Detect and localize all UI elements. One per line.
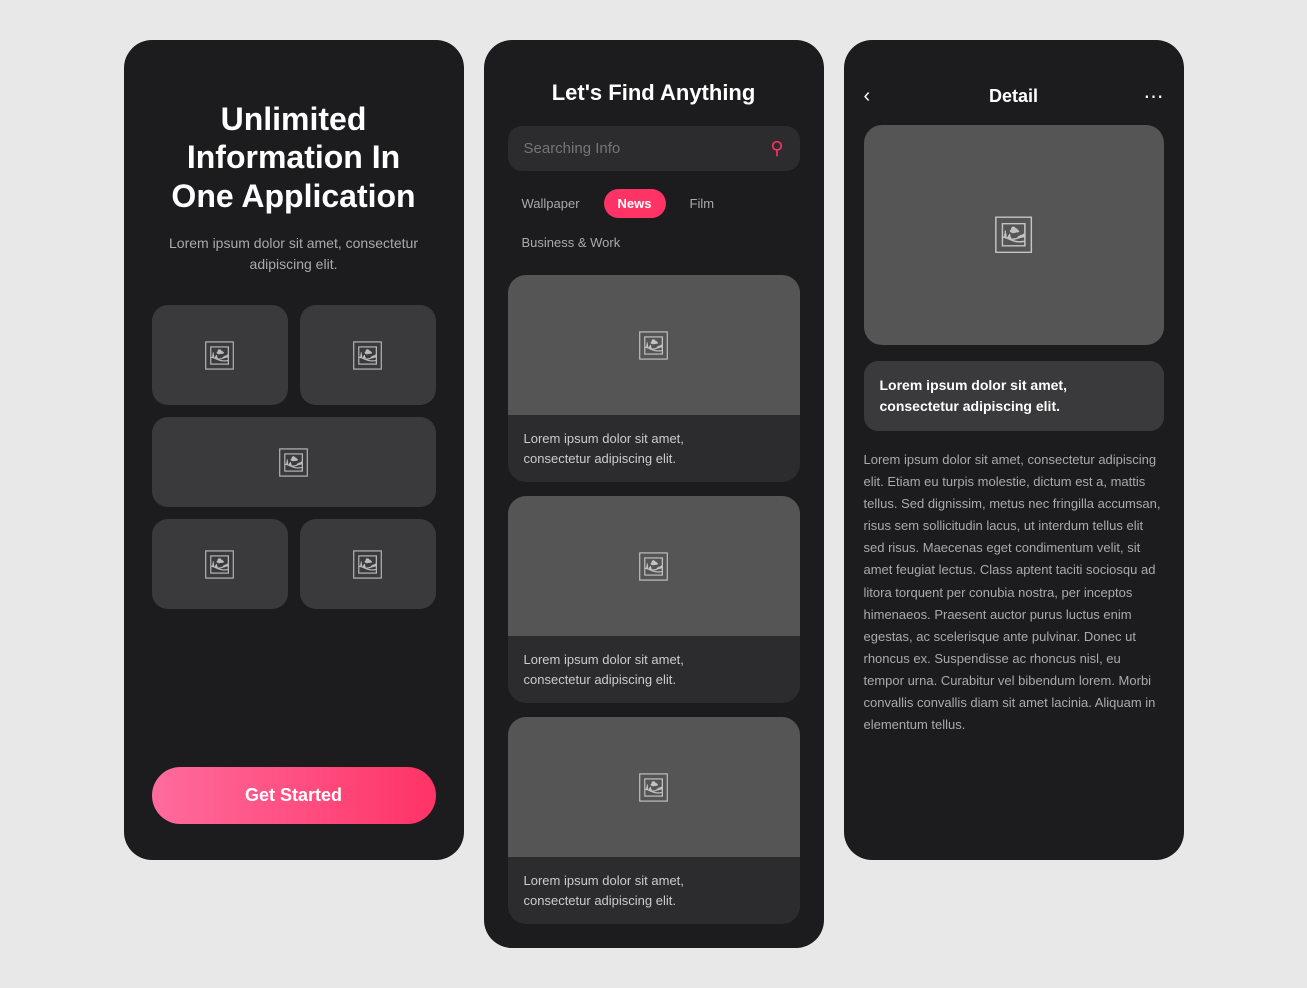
filter-wallpaper[interactable]: Wallpaper <box>508 189 594 218</box>
content-card-2[interactable]: 🖼 Lorem ipsum dolor sit amet,consectetur… <box>508 496 800 703</box>
card-image-2: 🖼 <box>508 496 800 636</box>
screen-onboarding: Unlimited Information In One Application… <box>124 40 464 860</box>
filter-film[interactable]: Film <box>676 189 729 218</box>
card-text-3: Lorem ipsum dolor sit amet,consectetur a… <box>508 857 800 924</box>
screen-search: Let's Find Anything ⚲ Wallpaper News Fil… <box>484 40 824 948</box>
onboarding-headline: Unlimited Information In One Application <box>152 100 436 215</box>
back-button[interactable]: ‹ <box>864 85 900 108</box>
placeholder-icon-5: 🖼 <box>350 548 386 581</box>
screen-detail: ‹ Detail ⋯ 🖼 Lorem ipsum dolor sit amet,… <box>844 40 1184 860</box>
content-card-3[interactable]: 🖼 Lorem ipsum dolor sit amet,consectetur… <box>508 717 800 924</box>
grid-card-1: 🖼 <box>152 305 288 405</box>
card-image-3: 🖼 <box>508 717 800 857</box>
grid-card-4: 🖼 <box>152 519 288 609</box>
search-bar: ⚲ <box>508 126 800 171</box>
placeholder-icon-2: 🖼 <box>350 339 386 372</box>
more-options-button[interactable]: ⋯ <box>1128 84 1164 109</box>
card-placeholder-icon-3: 🖼 <box>636 771 672 804</box>
detail-hero-placeholder-icon: 🖼 <box>991 214 1037 256</box>
placeholder-icon-4: 🖼 <box>202 548 238 581</box>
content-cards: 🖼 Lorem ipsum dolor sit amet,consectetur… <box>508 275 800 924</box>
detail-title: Detail <box>989 86 1038 107</box>
content-card-1[interactable]: 🖼 Lorem ipsum dolor sit amet,consectetur… <box>508 275 800 482</box>
grid-row-3: 🖼 🖼 <box>152 519 436 609</box>
detail-header: ‹ Detail ⋯ <box>844 40 1184 125</box>
get-started-button[interactable]: Get Started <box>152 767 436 824</box>
grid-card-3: 🖼 <box>152 417 436 507</box>
detail-hero-image: 🖼 <box>864 125 1164 345</box>
grid-card-5: 🖼 <box>300 519 436 609</box>
image-grid: 🖼 🖼 🖼 🖼 🖼 <box>152 305 436 609</box>
grid-card-2: 🖼 <box>300 305 436 405</box>
card-text-2: Lorem ipsum dolor sit amet,consectetur a… <box>508 636 800 703</box>
card-text-1: Lorem ipsum dolor sit amet,consectetur a… <box>508 415 800 482</box>
grid-row-2: 🖼 <box>152 417 436 507</box>
screens-container: Unlimited Information In One Application… <box>124 40 1184 948</box>
detail-caption: Lorem ipsum dolor sit amet, consectetur … <box>864 361 1164 431</box>
filter-business[interactable]: Business & Work <box>508 228 635 257</box>
card-placeholder-icon-1: 🖼 <box>636 329 672 362</box>
search-input[interactable] <box>524 140 761 157</box>
card-placeholder-icon-2: 🖼 <box>636 550 672 583</box>
placeholder-icon-1: 🖼 <box>202 339 238 372</box>
grid-row-1: 🖼 🖼 <box>152 305 436 405</box>
search-screen-title: Let's Find Anything <box>508 80 800 106</box>
search-icon[interactable]: ⚲ <box>770 138 783 159</box>
card-image-1: 🖼 <box>508 275 800 415</box>
filter-news[interactable]: News <box>604 189 666 218</box>
filter-tabs: Wallpaper News Film Business & Work <box>508 189 800 257</box>
placeholder-icon-3: 🖼 <box>276 446 312 479</box>
onboarding-subtitle: Lorem ipsum dolor sit amet, consectetur … <box>152 233 436 275</box>
detail-body-text: Lorem ipsum dolor sit amet, consectetur … <box>864 449 1164 736</box>
